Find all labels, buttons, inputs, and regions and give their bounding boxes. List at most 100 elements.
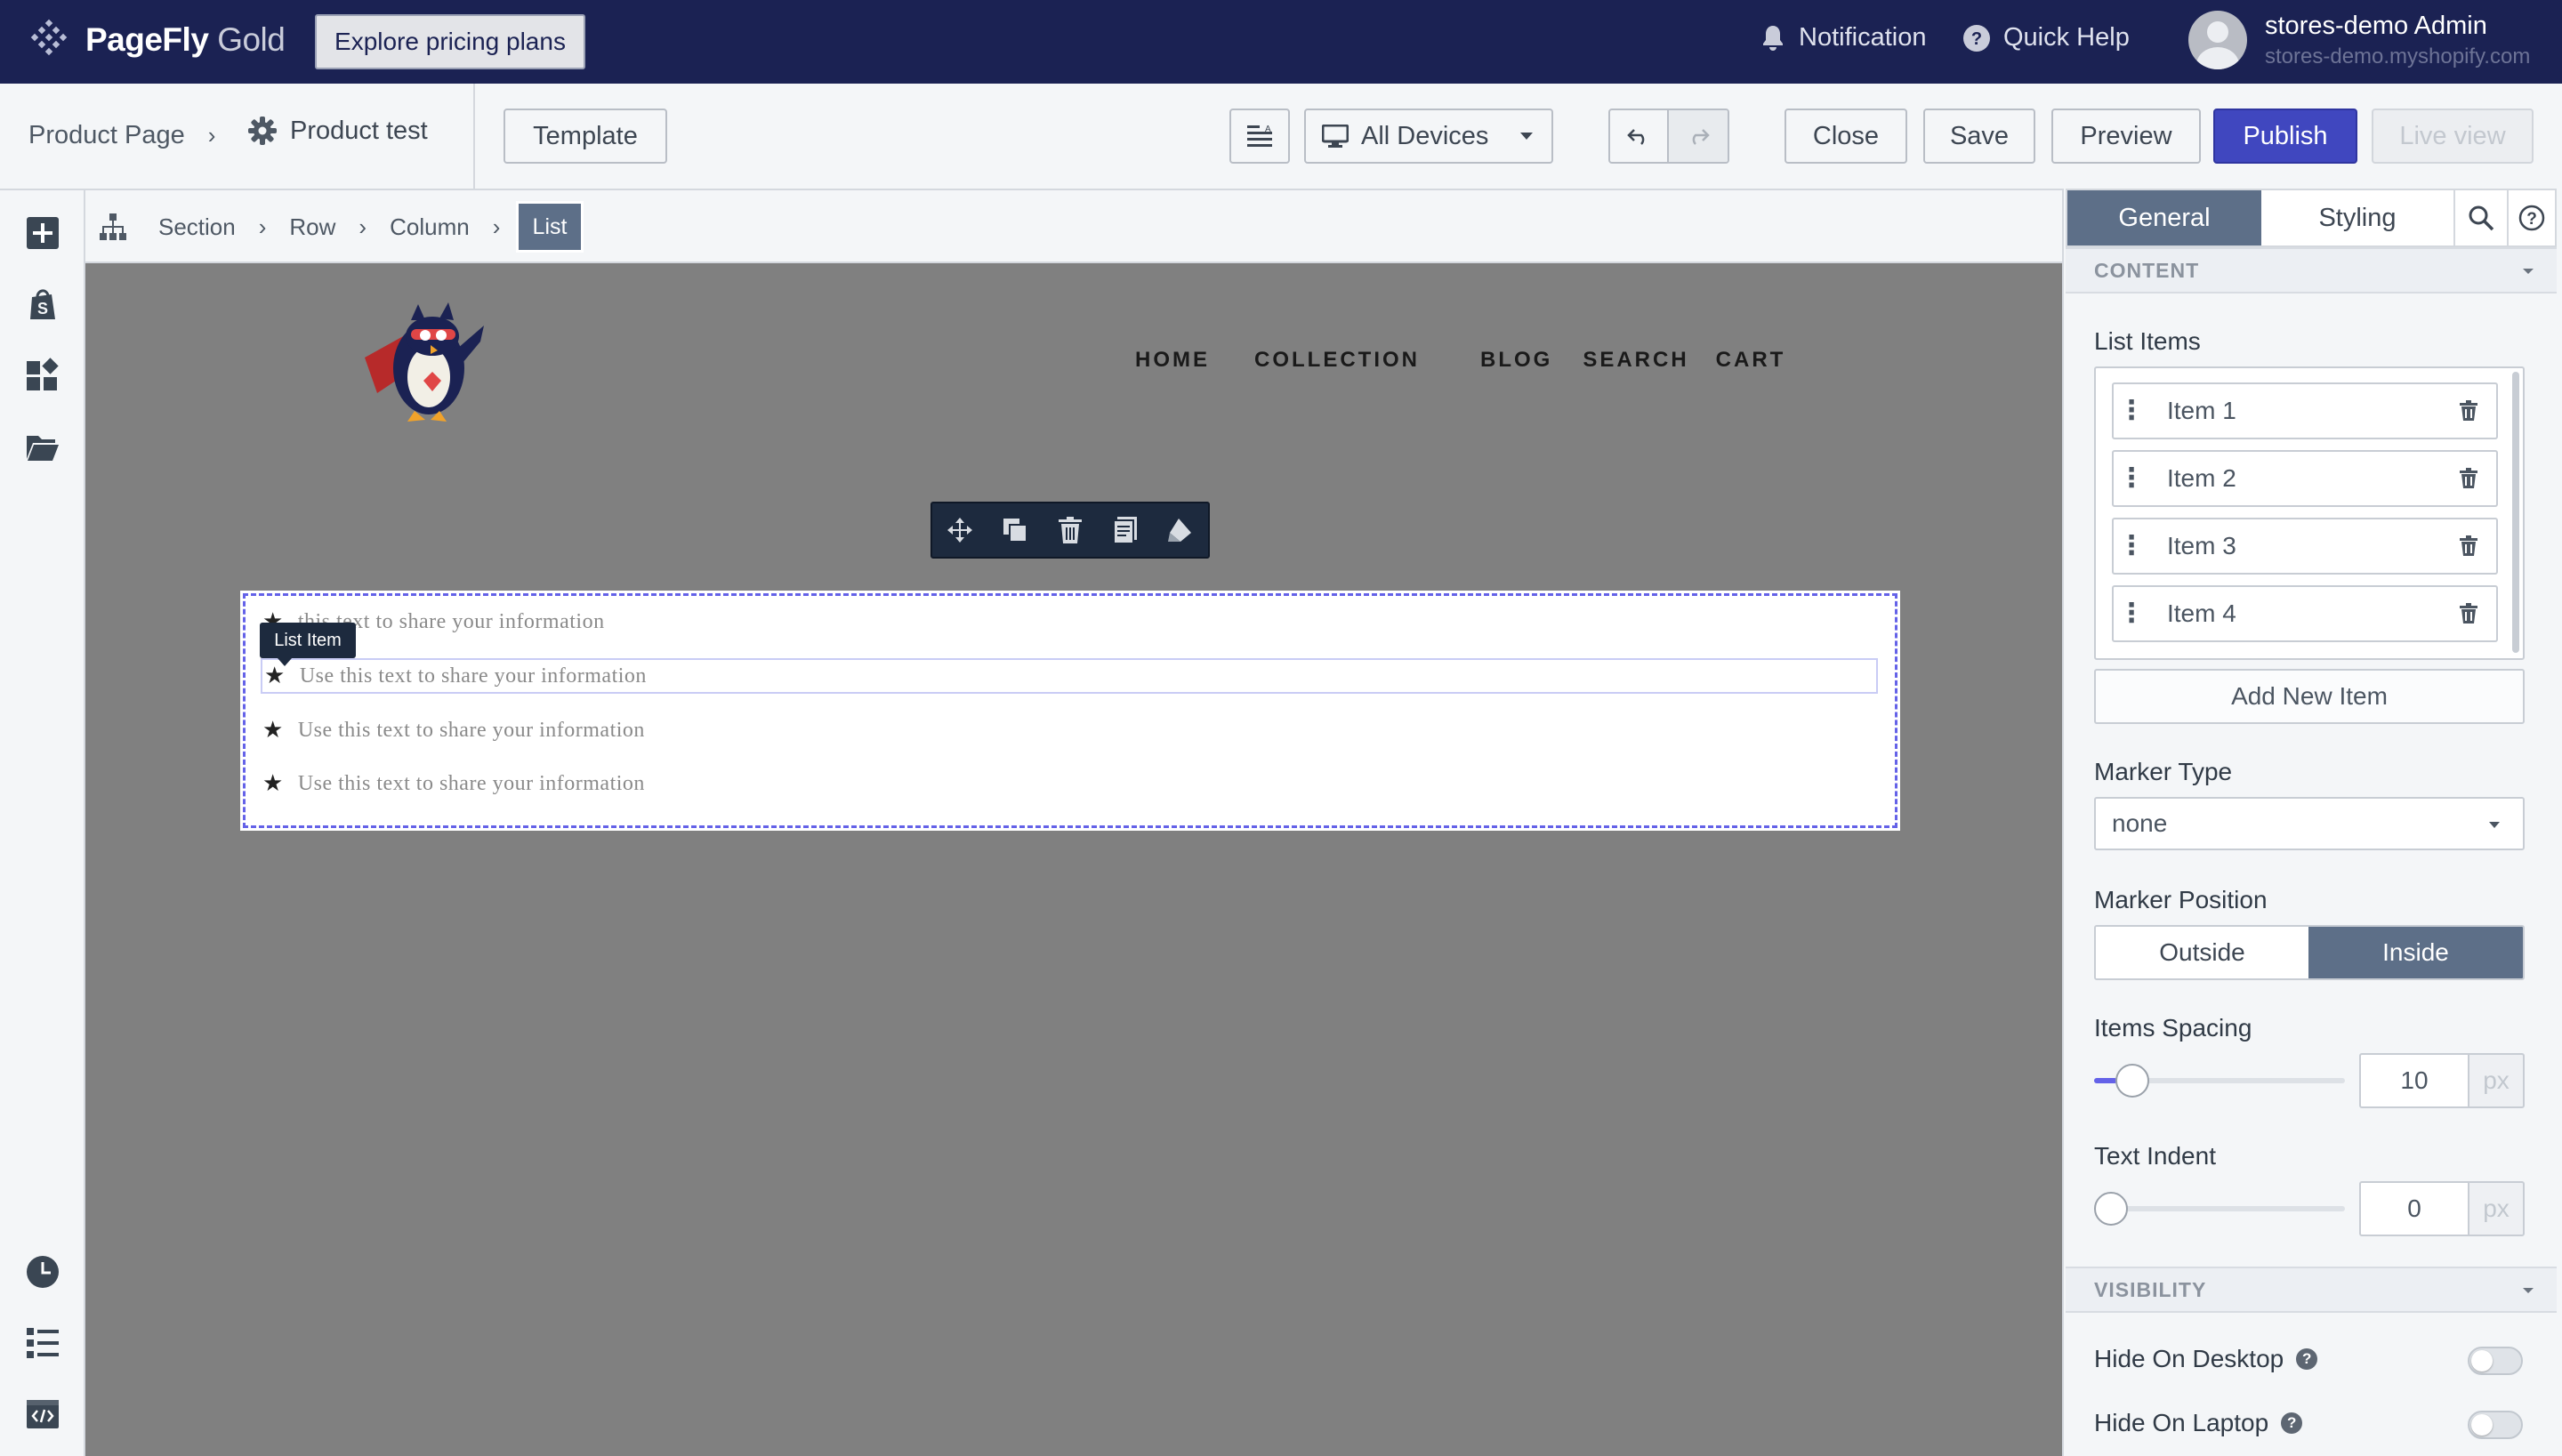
user-menu[interactable]: stores-demo Admin stores-demo.myshopify.…: [2188, 11, 2530, 69]
list-item-row[interactable]: ⋮ Item 4: [2112, 585, 2498, 642]
list-item-row[interactable]: ⋮ Item 1: [2112, 382, 2498, 439]
paint-bucket-icon: [1168, 519, 1191, 542]
sitemap-icon[interactable]: [98, 212, 128, 242]
marker-type-label: Marker Type: [2094, 758, 2233, 785]
notification-button[interactable]: Notification: [1760, 23, 1926, 52]
question-circle-icon[interactable]: ?: [2296, 1348, 2318, 1370]
template-label: Template: [533, 121, 638, 150]
close-button[interactable]: Close: [1785, 109, 1907, 164]
items-spacing-input[interactable]: 10: [2359, 1053, 2469, 1108]
drag-handle-icon[interactable]: ⋮: [2114, 398, 2149, 424]
device-selector[interactable]: All Devices: [1304, 109, 1553, 164]
list-items-scrollbar[interactable]: [2512, 372, 2519, 653]
hide-on-laptop-toggle[interactable]: [2468, 1411, 2523, 1439]
page-type-breadcrumb[interactable]: Product Page ›: [28, 121, 215, 150]
explore-pricing-button[interactable]: Explore pricing plans: [315, 14, 585, 69]
history-clock-icon[interactable]: [25, 1254, 60, 1290]
breadcrumb-column[interactable]: Column: [390, 213, 470, 241]
text-indent-slider-handle[interactable]: [2094, 1192, 2128, 1226]
text-indent-input[interactable]: 0: [2359, 1181, 2469, 1236]
undo-button[interactable]: [1610, 110, 1669, 162]
tab-styling[interactable]: Styling: [2261, 190, 2455, 245]
list-item[interactable]: ★ Use this text to share your informatio…: [262, 766, 645, 801]
drag-handle-icon[interactable]: ⋮: [2114, 533, 2149, 559]
editor-canvas[interactable]: [87, 265, 2062, 1456]
page-type-label: Product Page: [28, 121, 185, 149]
list-item-row[interactable]: ⋮ Item 3: [2112, 518, 2498, 575]
text-format-button[interactable]: A: [1229, 109, 1290, 164]
chevron-right-icon: ›: [492, 213, 501, 240]
add-new-item-button[interactable]: Add New Item: [2094, 669, 2525, 724]
panel-help-button[interactable]: ?: [2509, 190, 2555, 245]
code-editor-icon[interactable]: [25, 1396, 60, 1432]
list-element-selected[interactable]: ★ this text to share your information ★ …: [240, 591, 1900, 831]
live-view-label: Live view: [2399, 121, 2506, 150]
save-as-template-button[interactable]: [1098, 503, 1153, 557]
items-spacing-slider-fill: [2094, 1078, 2117, 1083]
folder-icon[interactable]: [25, 429, 60, 464]
help-circle-icon: ?: [2518, 205, 2545, 231]
quick-help-button[interactable]: ? Quick Help: [1962, 23, 2130, 52]
list-item-text: Use this text to share your information: [297, 771, 645, 795]
nav-collection[interactable]: COLLECTION: [1254, 348, 1420, 373]
hide-on-laptop-label: Hide On Laptop: [2094, 1409, 2269, 1436]
text-indent-slider-track[interactable]: [2094, 1206, 2345, 1211]
nav-cart[interactable]: CART: [1716, 348, 1786, 373]
marker-position-outside[interactable]: Outside: [2096, 927, 2308, 978]
list-item-tooltip: List Item: [260, 623, 356, 666]
live-view-button[interactable]: Live view: [2372, 109, 2534, 164]
trash-icon[interactable]: [2459, 468, 2478, 489]
tab-general[interactable]: General: [2067, 190, 2261, 245]
breadcrumb-list-active[interactable]: List: [516, 201, 584, 253]
save-button[interactable]: Save: [1923, 109, 2035, 164]
bell-icon: [1763, 25, 1783, 51]
page-settings-button[interactable]: Product test: [247, 116, 428, 146]
device-label: All Devices: [1361, 121, 1489, 150]
pagefly-logo[interactable]: PageFly Gold: [27, 18, 286, 62]
list-item-name: Item 4: [2167, 599, 2236, 627]
preview-button[interactable]: Preview: [2051, 109, 2201, 164]
nav-home[interactable]: HOME: [1135, 348, 1210, 373]
chevron-right-icon: ›: [258, 213, 267, 240]
items-spacing-slider-handle[interactable]: [2115, 1064, 2149, 1098]
redo-icon: [1692, 129, 1710, 145]
store-logo-mascot[interactable]: [359, 295, 495, 427]
breadcrumb-row[interactable]: Row: [289, 213, 335, 241]
publish-button[interactable]: Publish: [2213, 109, 2357, 164]
panel-search-button[interactable]: [2455, 190, 2509, 245]
list-item[interactable]: ★ Use this text to share your informatio…: [262, 712, 645, 748]
template-button[interactable]: Template: [504, 109, 667, 164]
list-item-hovered[interactable]: ★ Use this text to share your informatio…: [261, 658, 1878, 694]
hide-on-desktop-toggle[interactable]: [2468, 1347, 2523, 1375]
redo-button[interactable]: [1669, 110, 1728, 162]
breadcrumb-section[interactable]: Section: [158, 213, 236, 241]
apps-grid-icon[interactable]: [25, 358, 60, 393]
list-item-row[interactable]: ⋮ Item 2: [2112, 450, 2498, 507]
move-element-button[interactable]: [932, 503, 987, 557]
layers-list-icon[interactable]: [25, 1325, 60, 1361]
duplicate-element-button[interactable]: [987, 503, 1043, 557]
nav-blog[interactable]: BLOG: [1480, 348, 1552, 373]
marker-type-select[interactable]: none: [2094, 797, 2525, 850]
shopify-bag-icon[interactable]: S: [25, 286, 60, 322]
trash-icon[interactable]: [2459, 603, 2478, 624]
add-element-icon[interactable]: [25, 215, 60, 251]
style-element-button[interactable]: [1153, 503, 1208, 557]
save-label: Save: [1949, 121, 2010, 150]
move-arrows-icon: [947, 518, 972, 543]
delete-element-button[interactable]: [1043, 503, 1098, 557]
drag-handle-icon[interactable]: ⋮: [2114, 600, 2149, 627]
trash-icon[interactable]: [2459, 400, 2478, 422]
content-section-header[interactable]: CONTENT: [2066, 247, 2557, 294]
list-items-label: List Items: [2094, 327, 2201, 355]
star-marker-icon: ★: [262, 717, 284, 743]
pagefly-diamond-icon: [30, 19, 68, 56]
nav-search[interactable]: SEARCH: [1583, 348, 1688, 373]
question-circle-icon[interactable]: ?: [2281, 1412, 2303, 1434]
desktop-icon: [1322, 125, 1349, 148]
trash-icon[interactable]: [2459, 535, 2478, 557]
marker-position-inside[interactable]: Inside: [2308, 927, 2523, 978]
drag-handle-icon[interactable]: ⋮: [2114, 465, 2149, 492]
items-spacing-unit: px: [2468, 1053, 2525, 1108]
visibility-section-header[interactable]: VISIBILITY: [2066, 1267, 2557, 1313]
